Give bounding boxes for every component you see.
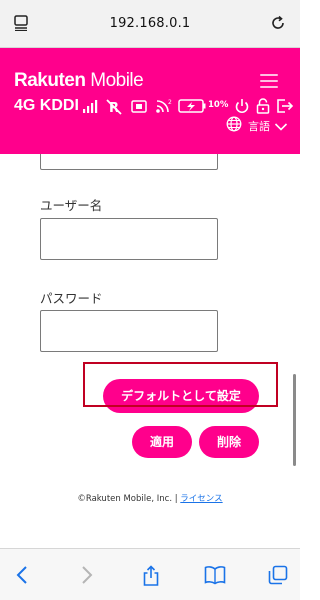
globe-icon bbox=[226, 116, 242, 136]
scrollbar[interactable] bbox=[293, 374, 296, 466]
apply-button[interactable]: 適用 bbox=[132, 426, 192, 458]
lock-icon[interactable] bbox=[256, 98, 270, 118]
status-row: 4G KDDI R 2 10% bbox=[12, 96, 294, 118]
sim-card-icon bbox=[131, 98, 147, 118]
license-link[interactable]: ライセンス bbox=[180, 494, 222, 504]
power-icon[interactable] bbox=[234, 98, 250, 118]
url-text[interactable]: 192.168.0.1 bbox=[0, 16, 300, 31]
battery-percent: 10% bbox=[208, 100, 229, 110]
svg-text:2: 2 bbox=[168, 99, 172, 106]
password-label: パスワード bbox=[40, 291, 103, 306]
back-icon[interactable] bbox=[15, 565, 29, 589]
password-input[interactable] bbox=[40, 310, 218, 352]
forward-icon[interactable] bbox=[80, 565, 94, 589]
language-selector[interactable]: 言語 bbox=[226, 116, 288, 136]
menu-icon[interactable] bbox=[260, 74, 278, 88]
tabs-icon[interactable] bbox=[268, 565, 288, 589]
signal-bars-icon bbox=[82, 98, 98, 118]
username-input[interactable] bbox=[40, 218, 218, 260]
battery-icon bbox=[178, 98, 206, 118]
carrier-label: 4G KDDI bbox=[14, 97, 79, 114]
footer: ©Rakuten Mobile, Inc. | ライセンス bbox=[0, 492, 300, 504]
browser-toolbar bbox=[0, 548, 300, 600]
no-roaming-icon: R bbox=[106, 98, 122, 119]
site-header: Rakuten Mobile 4G KDDI R 2 10% bbox=[0, 48, 300, 154]
form-content: ユーザー名 パスワード デフォルトとして設定 適用 削除 ©Rakuten Mo… bbox=[0, 154, 300, 524]
reload-icon[interactable] bbox=[270, 15, 286, 35]
bookmarks-icon[interactable] bbox=[204, 565, 226, 589]
chevron-down-icon bbox=[274, 117, 288, 136]
previous-field[interactable] bbox=[40, 154, 218, 170]
browser-url-bar: 192.168.0.1 bbox=[0, 0, 300, 48]
copyright-text: ©Rakuten Mobile, Inc. | bbox=[77, 494, 181, 504]
logout-icon[interactable] bbox=[276, 98, 294, 118]
wifi-icon: 2 bbox=[155, 98, 173, 118]
brand-logo: Rakuten Mobile bbox=[14, 70, 144, 92]
brand-sub: Mobile bbox=[90, 70, 144, 91]
delete-button[interactable]: 削除 bbox=[199, 426, 259, 458]
brand-main: Rakuten bbox=[14, 70, 86, 91]
highlight-box bbox=[83, 362, 278, 407]
username-label: ユーザー名 bbox=[40, 198, 103, 213]
share-icon[interactable] bbox=[142, 565, 160, 591]
language-label: 言語 bbox=[248, 120, 270, 133]
